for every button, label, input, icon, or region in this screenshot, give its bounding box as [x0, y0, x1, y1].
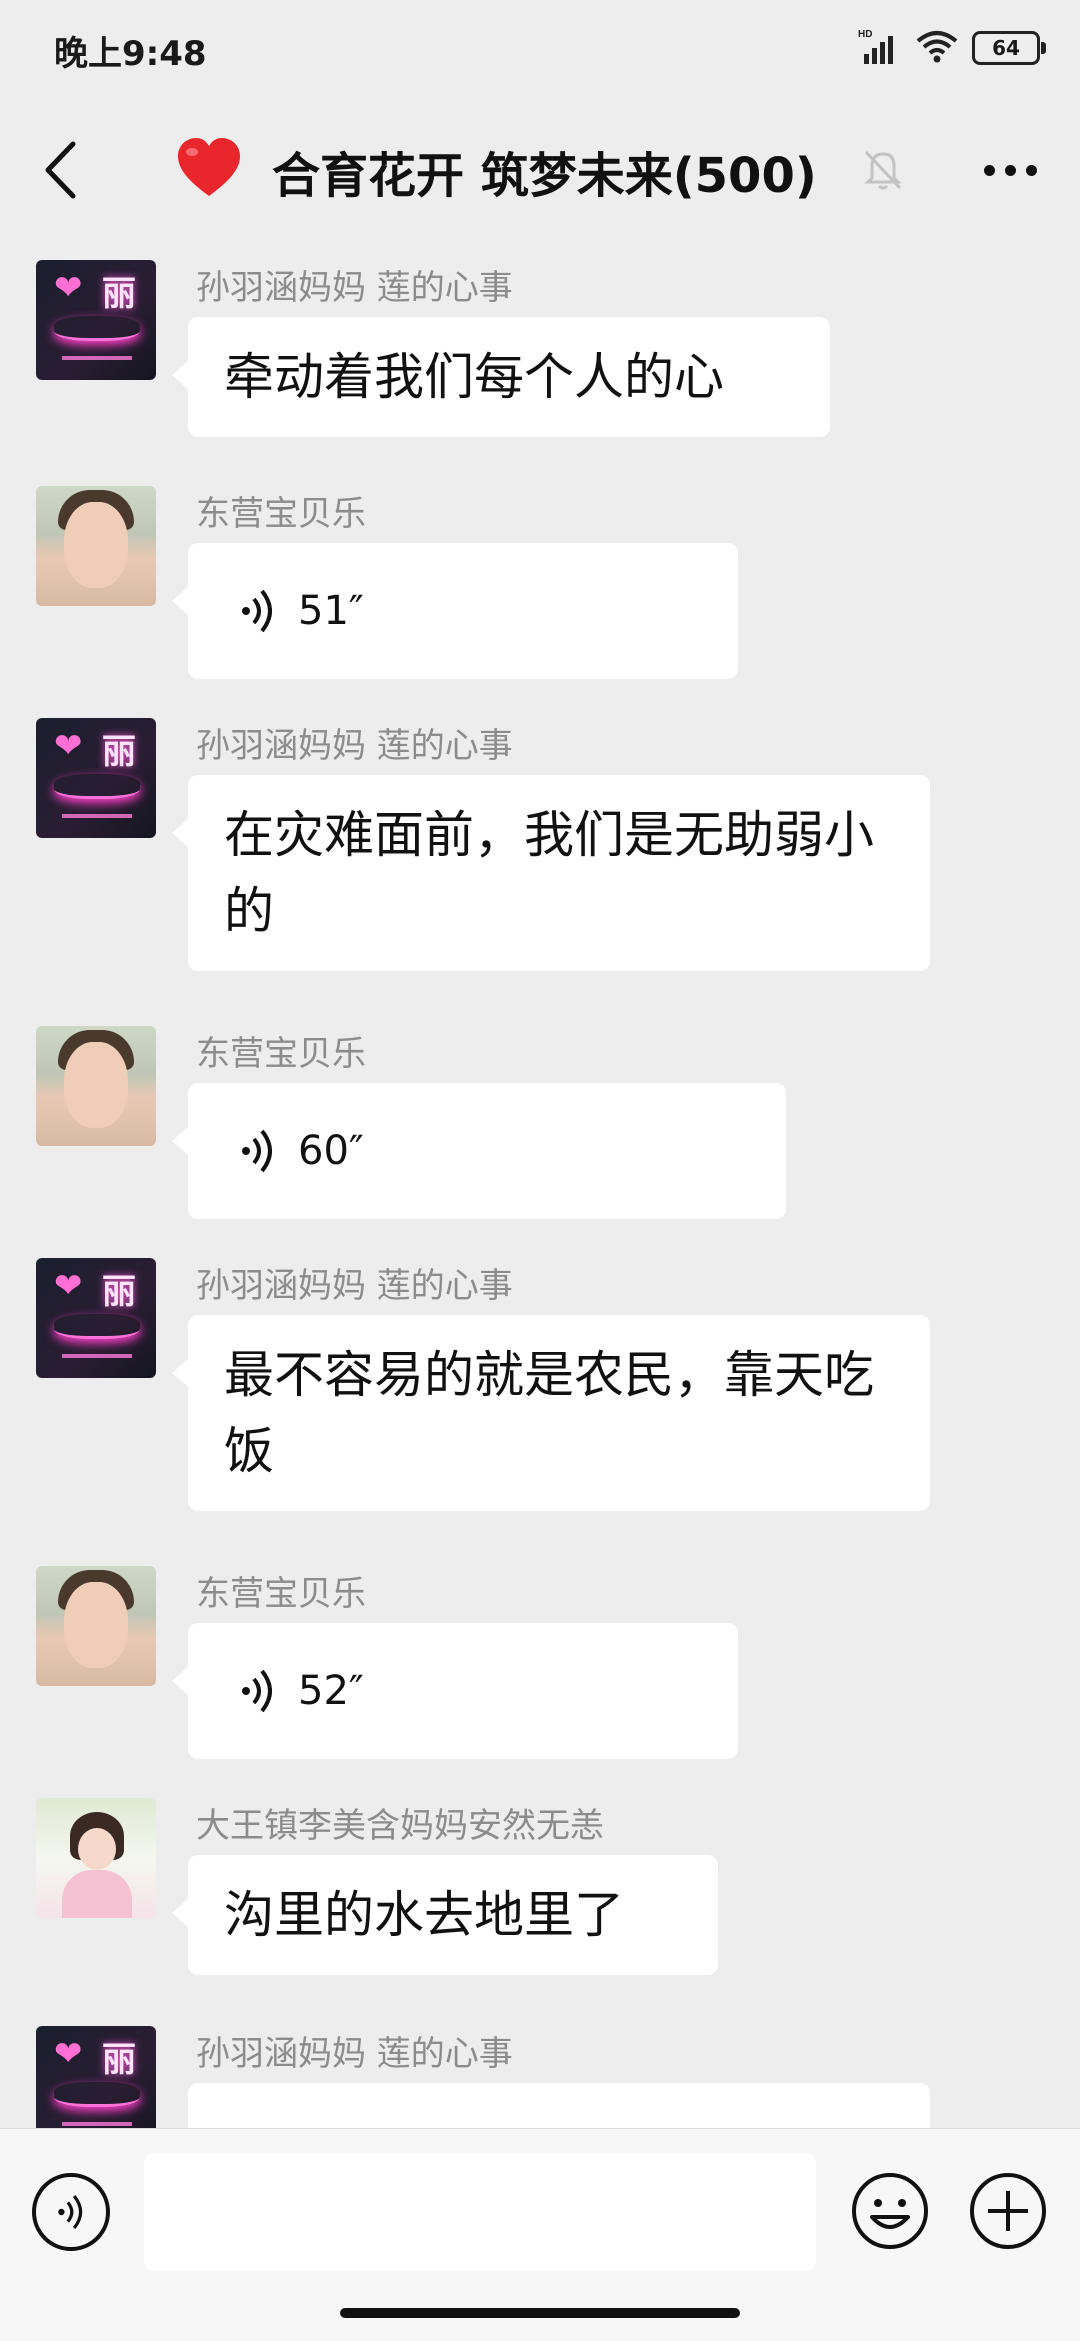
sender-name: 孙羽涵妈妈 莲的心事 [196, 2034, 513, 2074]
voice-wave-icon [242, 1129, 272, 1173]
avatar[interactable]: ❤ 丽 [36, 718, 156, 838]
chat-title[interactable]: 合育花开 筑梦未来(500) [272, 136, 817, 206]
avatar[interactable]: ❤ 丽 [36, 2026, 156, 2128]
voice-message[interactable]: 52″ [172, 1623, 738, 1759]
text-bubble[interactable]: 沟里的水去地里了 [172, 1855, 718, 1975]
status-icons: HD 64 [858, 26, 1046, 70]
battery-indicator: 64 [972, 31, 1046, 65]
avatar[interactable] [36, 1026, 156, 1146]
sender-name: 东营宝贝乐 [196, 1574, 366, 1614]
chevron-left-icon [45, 141, 76, 199]
voice-wave-icon [242, 589, 272, 633]
more-options-button[interactable] [970, 140, 1050, 200]
sender-name: 孙羽涵妈妈 莲的心事 [196, 1266, 513, 1306]
text-bubble[interactable]: 牵动着我们每个人的心 [172, 317, 830, 437]
chat-header: 合育花开 筑梦未来(500) [0, 110, 1080, 230]
plus-icon[interactable] [968, 2171, 1048, 2251]
emoji-icon[interactable] [850, 2171, 930, 2251]
avatar[interactable]: ❤ 丽 [36, 260, 156, 380]
text-bubble[interactable] [172, 2083, 930, 2128]
sender-name: 大王镇李美含妈妈安然无恙 [196, 1806, 604, 1846]
voice-duration: 51″ [298, 588, 364, 634]
message-input[interactable] [144, 2153, 816, 2271]
wifi-icon [916, 29, 958, 67]
home-indicator[interactable] [340, 2308, 740, 2318]
avatar[interactable] [36, 1798, 156, 1918]
text-bubble[interactable]: 在灾难面前，我们是无助弱小的 [172, 775, 930, 971]
sender-name: 东营宝贝乐 [196, 1034, 366, 1074]
back-button[interactable] [30, 132, 90, 208]
text-bubble[interactable]: 最不容易的就是农民，靠天吃饭 [172, 1315, 930, 1511]
voice-wave-icon [242, 1669, 272, 1713]
avatar[interactable] [36, 486, 156, 606]
message-list[interactable]: ❤ 丽 孙羽涵妈妈 莲的心事 牵动着我们每个人的心 东营宝贝乐 51″ ❤ 丽 孙羽… [0, 230, 1080, 2128]
avatar[interactable] [36, 1566, 156, 1686]
voice-duration: 52″ [298, 1668, 364, 1714]
signal-icon: HD [858, 28, 902, 68]
sender-name: 东营宝贝乐 [196, 494, 366, 534]
status-bar: 晚上9:48 HD 64 [0, 0, 1080, 100]
voice-message[interactable]: 60″ [172, 1083, 786, 1219]
sender-name: 孙羽涵妈妈 莲的心事 [196, 726, 513, 766]
network-label: HD [858, 29, 872, 40]
avatar[interactable]: ❤ 丽 [36, 1258, 156, 1378]
heart-icon [178, 138, 240, 196]
voice-input-toggle-button[interactable] [32, 2173, 110, 2251]
sender-name: 孙羽涵妈妈 莲的心事 [196, 268, 513, 308]
voice-duration: 60″ [298, 1128, 364, 1174]
voice-wave-icon [58, 2195, 83, 2229]
status-time: 晚上9:48 [54, 34, 207, 74]
voice-message[interactable]: 51″ [172, 543, 738, 679]
mute-bell-icon [864, 150, 902, 190]
